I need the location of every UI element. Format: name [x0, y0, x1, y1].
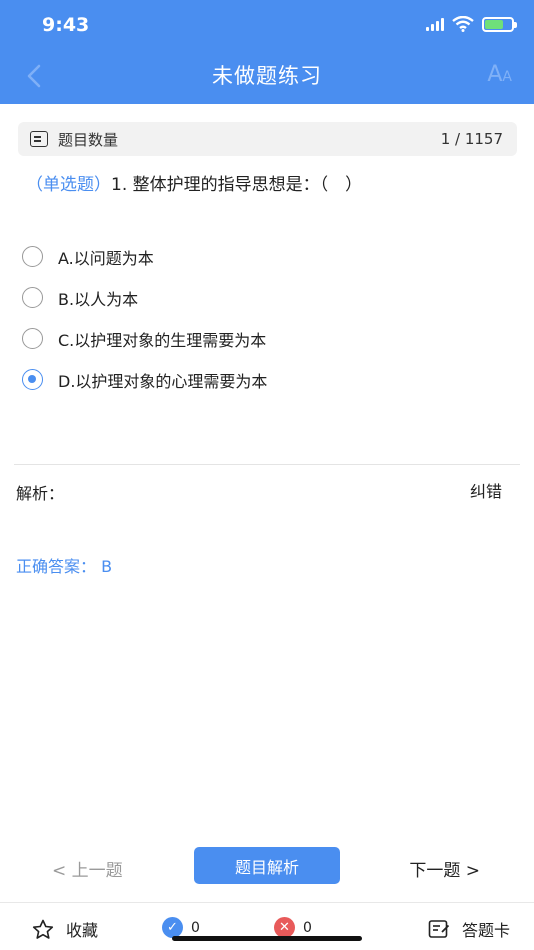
- question-count-label: 题目数量: [58, 130, 119, 149]
- favorite-label: 收藏: [66, 921, 99, 940]
- option-label: B.以人为本: [58, 289, 139, 309]
- question-count-value: 1 / 1157: [440, 130, 503, 148]
- list-icon: [30, 131, 48, 147]
- option-a[interactable]: A.以问题为本: [22, 236, 512, 277]
- divider: [14, 464, 520, 465]
- option-d[interactable]: D.以护理对象的心理需要为本: [22, 359, 512, 400]
- report-error-button[interactable]: 纠错: [470, 478, 502, 502]
- option-c[interactable]: C.以护理对象的生理需要为本: [22, 318, 512, 359]
- answer-card-icon: [428, 920, 450, 938]
- wrong-count: 0: [303, 919, 312, 936]
- check-icon: ✓: [162, 917, 183, 938]
- answer-card-label: 答题卡: [461, 921, 510, 940]
- cross-icon: ✕: [274, 917, 295, 938]
- answer-card-tab[interactable]: 答题卡: [428, 917, 510, 941]
- radio-icon[interactable]: [22, 287, 43, 308]
- next-question-button[interactable]: 下一题 >: [409, 856, 480, 881]
- radio-icon[interactable]: [22, 246, 43, 267]
- wifi-icon: [452, 16, 474, 32]
- question-count-bar: 题目数量 1 / 1157: [18, 122, 517, 156]
- radio-icon[interactable]: [22, 328, 43, 349]
- right-count-tab[interactable]: ✓ 0: [162, 917, 200, 938]
- previous-question-button[interactable]: < 上一题: [52, 856, 123, 881]
- question-analysis-button[interactable]: 题目解析: [194, 847, 340, 884]
- battery-icon: [482, 16, 517, 32]
- analysis-label: 解析：: [16, 484, 65, 503]
- page-title: 未做题练习: [212, 64, 322, 88]
- favorite-tab[interactable]: 收藏: [32, 917, 98, 941]
- option-label: C.以护理对象的生理需要为本: [58, 330, 267, 350]
- status-icons: [426, 16, 517, 32]
- bottom-tabbar: 收藏 ✓ 0 ✕ 0 答题卡: [0, 902, 534, 950]
- wrong-count-tab[interactable]: ✕ 0: [274, 917, 312, 938]
- cellular-signal-icon: [426, 17, 444, 31]
- font-size-icon[interactable]: AA: [487, 62, 512, 87]
- question-text: 1. 整体护理的指导思想是：（ ）: [111, 175, 363, 195]
- question-stem: （单选题）1. 整体护理的指导思想是：（ ）: [26, 172, 506, 198]
- correct-answer: 正确答案： B: [16, 557, 113, 576]
- header: 9:43 未做题练习 AA: [0, 0, 534, 104]
- option-b[interactable]: B.以人为本: [22, 277, 512, 318]
- question-type: （单选题）: [26, 175, 111, 195]
- status-time: 9:43: [42, 14, 90, 36]
- option-label: D.以护理对象的心理需要为本: [58, 371, 268, 391]
- option-label: A.以问题为本: [58, 248, 154, 268]
- right-count: 0: [191, 919, 200, 936]
- radio-checked-icon[interactable]: [22, 369, 43, 390]
- option-list: A.以问题为本 B.以人为本 C.以护理对象的生理需要为本 D.以护理对象的心理…: [22, 236, 512, 400]
- star-icon: [32, 919, 54, 939]
- home-indicator: [172, 936, 362, 941]
